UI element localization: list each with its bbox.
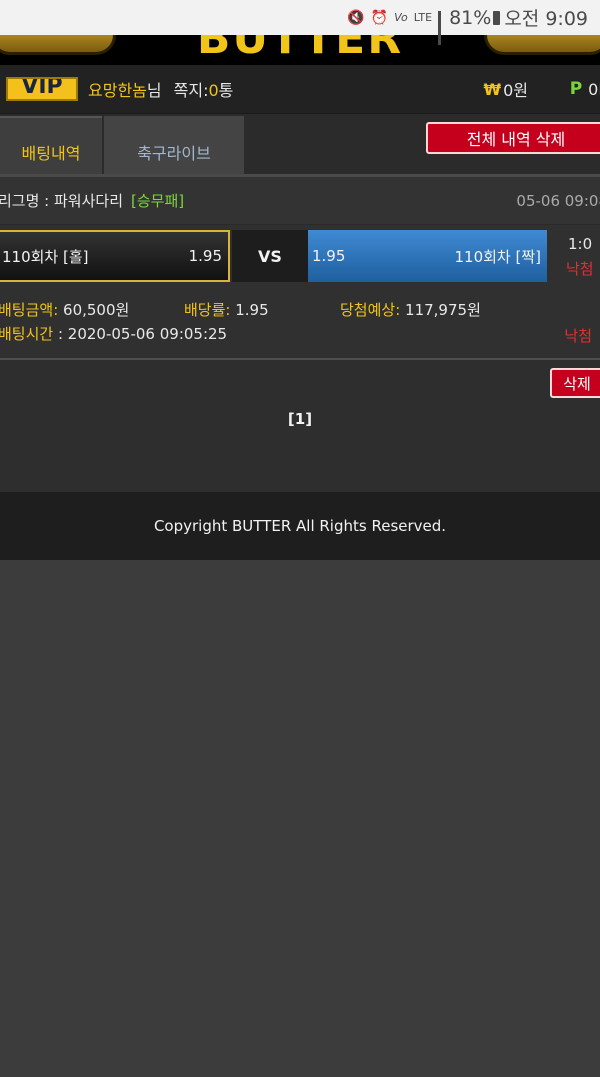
home-team: 110회차 [홀]	[2, 247, 89, 266]
league-name: 리그명 : 파워사다리	[0, 192, 123, 210]
vip-badge: VIP	[6, 77, 78, 101]
lte-icon: LTE	[413, 10, 433, 24]
user-bar: VIP 요망한놈 님 쪽지:0통 ₩ 0원 P 0P	[0, 65, 600, 114]
away-selection: 1.95 110회차 [짝]	[308, 230, 547, 282]
bet-amount: 배팅금액: 60,500원	[0, 299, 129, 320]
vs-label: VS	[232, 230, 308, 282]
match-score: 1:0	[568, 235, 593, 253]
home-selection: 110회차 [홀] 1.95	[0, 230, 230, 282]
empty-background	[0, 560, 600, 1077]
delete-all-button[interactable]: 전체 내역 삭제	[426, 122, 600, 154]
memo-unit: 통	[218, 81, 234, 100]
battery-percent: 81%	[449, 6, 492, 29]
points-balance[interactable]: P 0P	[570, 79, 600, 99]
footer: Copyright BUTTER All Rights Reserved.	[0, 492, 600, 560]
bet-rate-value: 1.95	[230, 301, 269, 319]
alarm-icon: ⏰	[370, 9, 389, 26]
league-type: [승무패]	[131, 192, 185, 210]
expected-win-value: 117,975원	[400, 301, 481, 319]
delete-button[interactable]: 삭제	[550, 368, 600, 398]
bet-amount-label: 배팅금액:	[0, 301, 59, 319]
clock: 오전 9:09	[504, 8, 588, 30]
pagination-current[interactable]: [1]	[0, 410, 600, 428]
bet-time-label: 배팅시간	[0, 325, 54, 343]
username[interactable]: 요망한놈	[88, 77, 147, 101]
expected-win: 당첨예상: 117,975원	[340, 299, 481, 320]
match-result: 낙첨	[566, 260, 594, 278]
away-team: 110회차 [짝]	[454, 247, 541, 266]
won-icon: ₩	[483, 79, 502, 99]
bet-time-line: 배팅시간 : 2020-05-06 09:05:25	[0, 323, 600, 344]
points-value: 0P	[588, 79, 600, 99]
battery-icon	[493, 10, 501, 25]
actions-area: 삭제 [1]	[0, 360, 600, 492]
bet-amount-value: 60,500원	[58, 301, 130, 319]
tab-bar: 배팅내역 축구라이브 전체 내역 삭제	[0, 114, 600, 177]
logo-decoration-right	[484, 35, 600, 55]
bet-header: 리그명 : 파워사다리 [승무패] 05-06 09:08	[0, 177, 600, 225]
volte-icon: Vo	[394, 11, 408, 24]
memo-label: 쪽지:	[173, 81, 209, 100]
expected-win-label: 당첨예상:	[340, 301, 401, 319]
match-row: 110회차 [홀] 1.95 VS 1.95 110회차 [짝] 1:0 낙첨	[0, 225, 600, 285]
copyright-text: Copyright BUTTER All Rights Reserved.	[153, 517, 447, 535]
bet-date: 05-06 09:08	[516, 191, 600, 210]
bet-rate-label: 배당률:	[184, 301, 231, 319]
mute-icon: 🔇	[347, 9, 365, 26]
status-icons: 🔇 ⏰ Vo LTE	[347, 9, 442, 45]
bet-time-value: : 2020-05-06 09:05:25	[53, 325, 228, 343]
memo-link[interactable]: 쪽지:0통	[174, 77, 234, 101]
home-odds: 1.95	[188, 247, 222, 265]
bet-result: 낙첨	[564, 327, 592, 345]
points-icon: P	[569, 79, 583, 99]
username-suffix: 님	[146, 81, 162, 100]
money-balance[interactable]: ₩ 0원	[483, 77, 528, 101]
bet-info: 배팅금액: 60,500원 배당률: 1.95 당첨예상: 117,975원 배…	[0, 285, 600, 360]
tab-betting-history[interactable]: 배팅내역	[0, 116, 102, 174]
bet-rate: 배당률: 1.95	[184, 299, 269, 320]
logo-banner[interactable]: BUTTER	[0, 35, 600, 65]
tab-soccer-live[interactable]: 축구라이브	[104, 116, 244, 174]
memo-count: 0	[208, 81, 219, 100]
money-value: 0원	[503, 81, 528, 100]
status-bar: 🔇 ⏰ Vo LTE 81% 오전 9:09	[0, 0, 600, 45]
away-odds: 1.95	[312, 247, 346, 265]
signal-icon	[438, 10, 442, 45]
